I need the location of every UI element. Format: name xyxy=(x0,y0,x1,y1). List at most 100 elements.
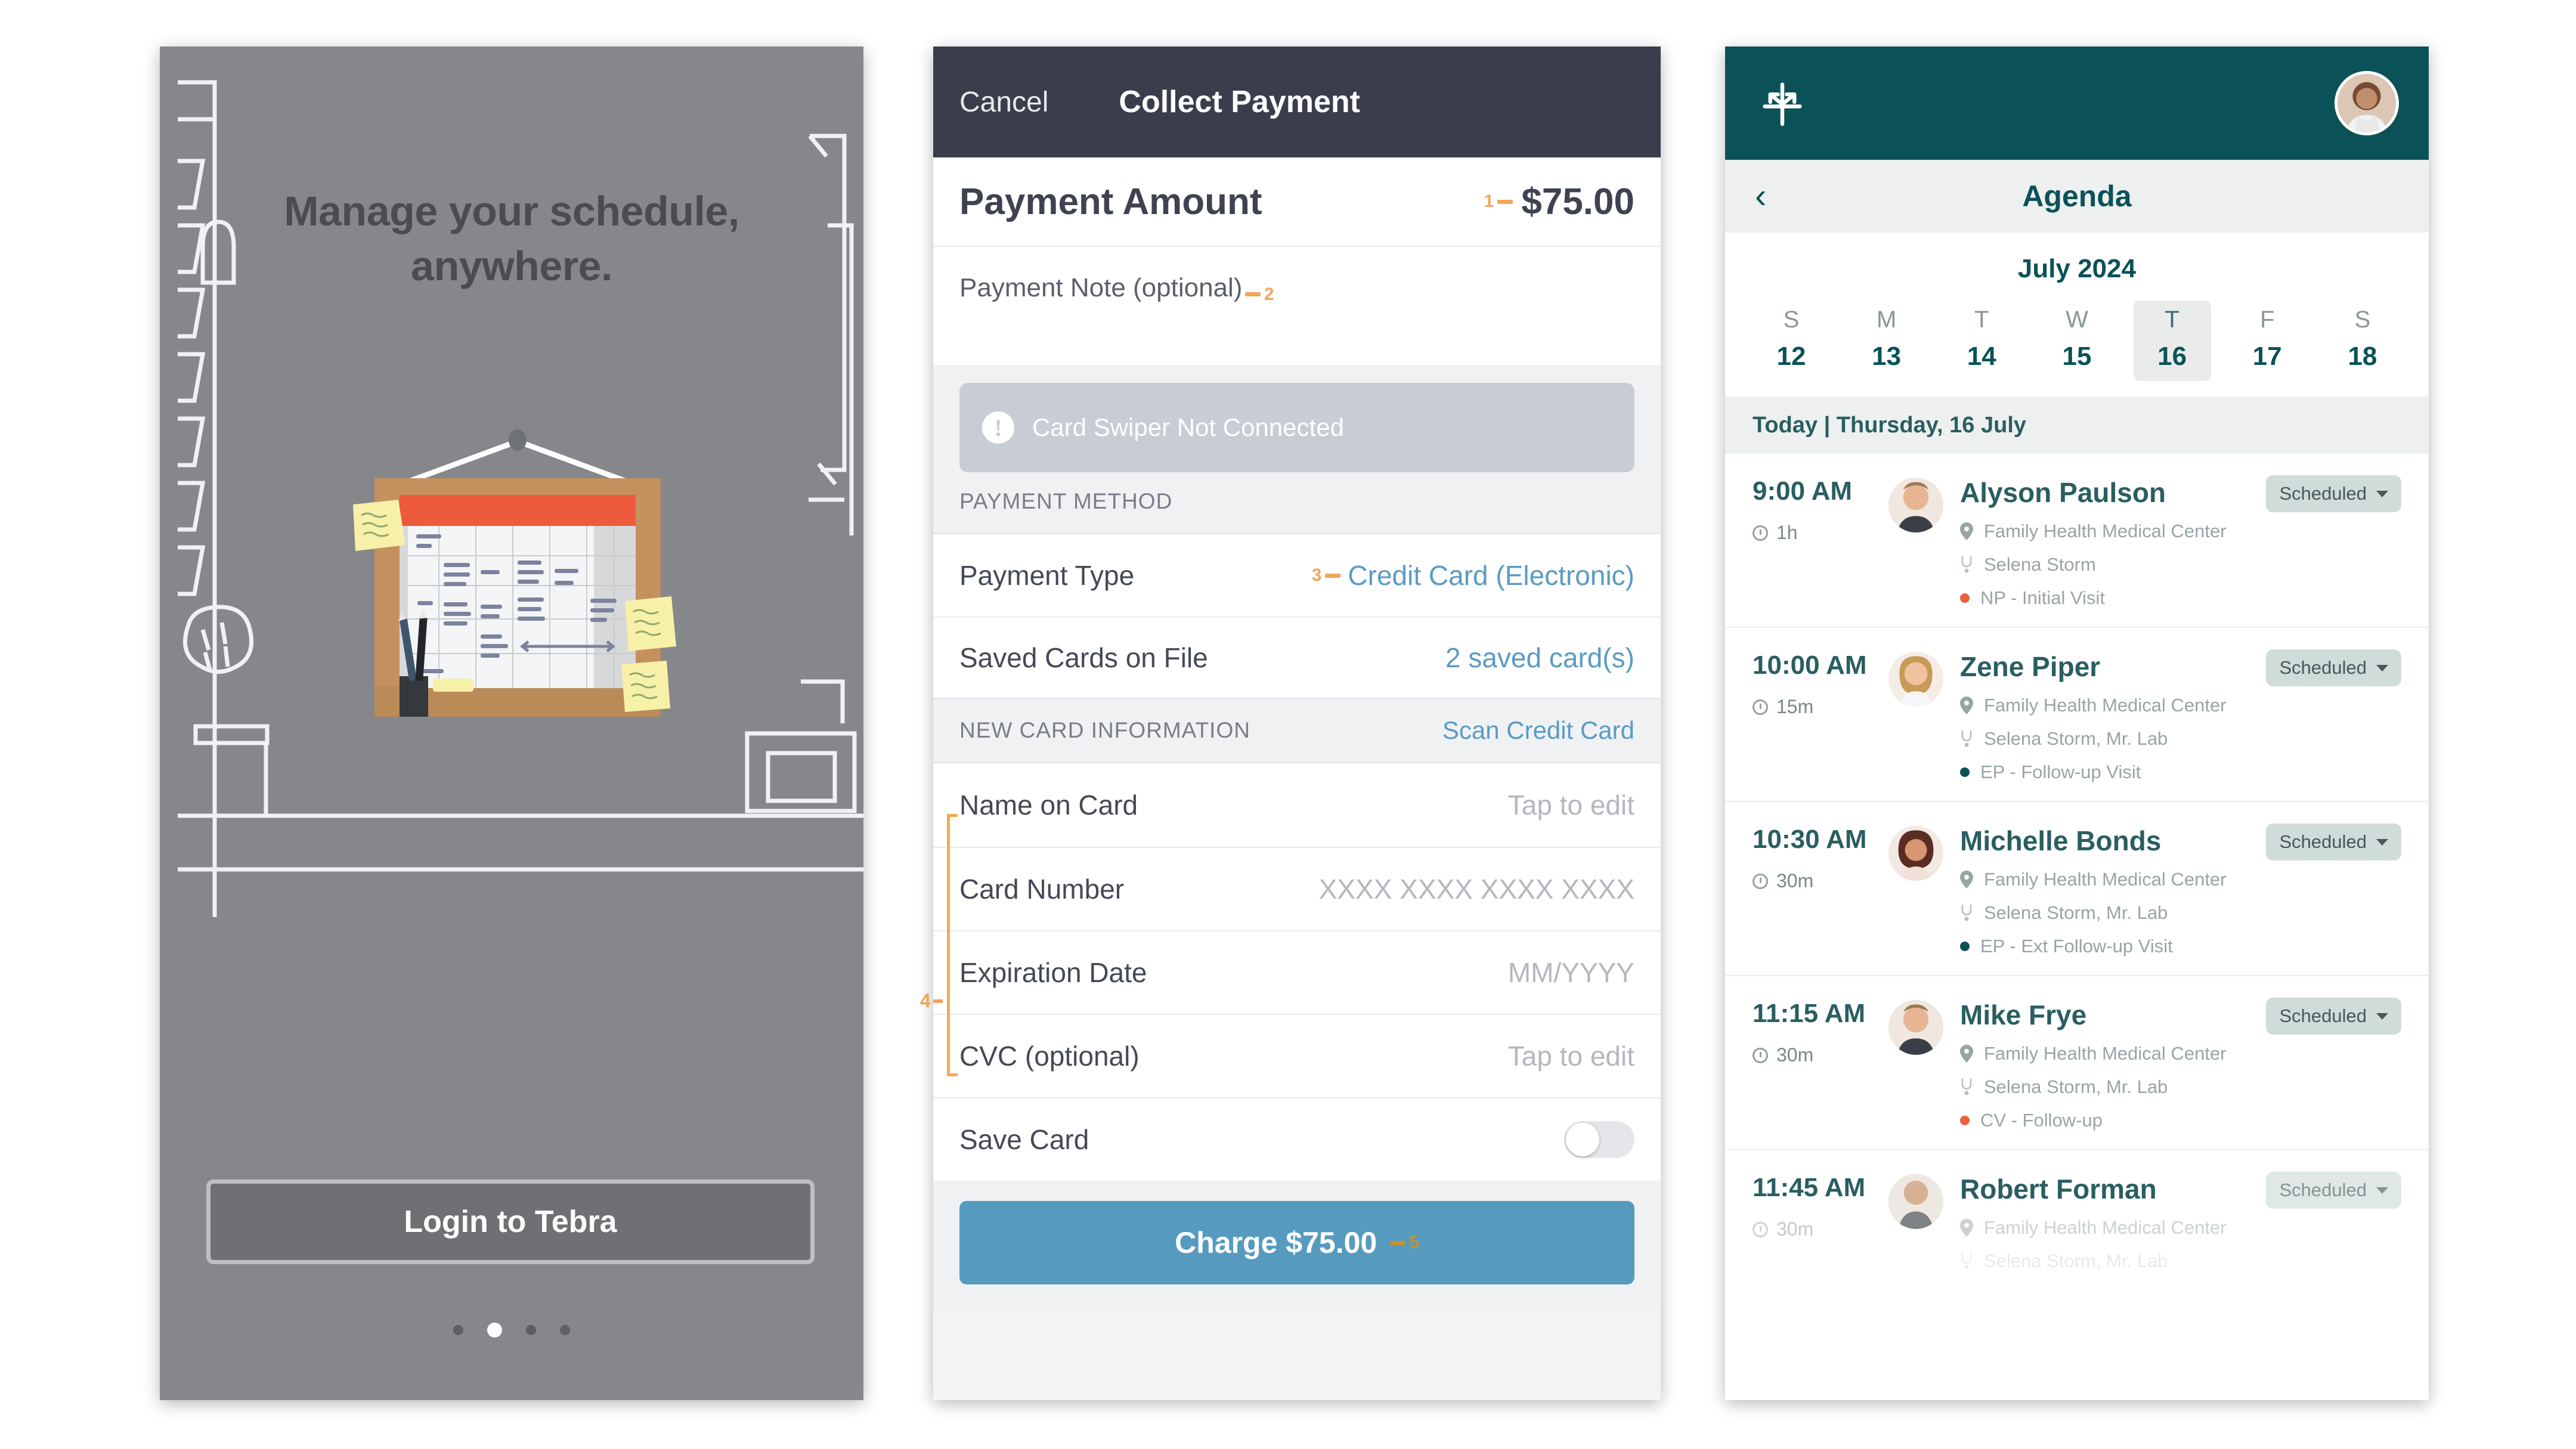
annotation-marker-2: 2 xyxy=(1244,285,1274,304)
appointment-provider: Selena Storm, Mr. Lab xyxy=(1960,902,2401,924)
chevron-down-icon xyxy=(2376,490,2388,497)
appointment-row[interactable]: 9:00 AM 1h Alyson Paulson Family Health … xyxy=(1725,454,2429,627)
status-badge[interactable]: Scheduled xyxy=(2266,475,2401,512)
annotation-marker-3: 3 xyxy=(1312,566,1341,584)
payment-note-label: Payment Note (optional) xyxy=(959,273,1243,302)
day-number: 12 xyxy=(1776,342,1806,371)
visit-type-dot xyxy=(1960,942,1970,951)
calendar-month-label: July 2024 xyxy=(1725,233,2429,301)
charge-button-label: Charge $75.00 xyxy=(1175,1226,1377,1259)
pager-dot-2-active[interactable] xyxy=(487,1323,502,1337)
day-cell-12[interactable]: S 12 xyxy=(1753,301,1830,381)
pager-dots[interactable] xyxy=(160,1323,863,1337)
payment-amount-value: $75.00 xyxy=(1521,181,1634,222)
location-pin-icon xyxy=(1960,1045,1973,1063)
chevron-down-icon xyxy=(2376,838,2388,846)
tebra-logo-icon[interactable] xyxy=(1755,76,1810,131)
appointment-row[interactable]: 10:30 AM 30m Michelle Bonds Family Healt… xyxy=(1725,801,2429,975)
appointment-time-block: 9:00 AM 1h xyxy=(1753,476,1888,609)
appointment-location: Family Health Medical Center xyxy=(1960,521,2401,542)
saved-cards-row[interactable]: Saved Cards on File 2 saved card(s) xyxy=(933,617,1661,698)
payment-form: Payment Amount 1 $75.00 Payment Note (op… xyxy=(933,157,1661,1308)
status-badge[interactable]: Scheduled xyxy=(2266,649,2401,686)
chevron-down-icon xyxy=(2376,1013,2388,1020)
appointment-row[interactable]: 11:45 AM 30m Robert Forman Family Health… xyxy=(1725,1149,2429,1290)
appointment-visit-type: EP - Ext Follow-up Visit xyxy=(1960,936,2401,957)
pager-dot-3[interactable] xyxy=(526,1325,536,1335)
payment-amount-row[interactable]: Payment Amount 1 $75.00 xyxy=(933,157,1661,246)
status-badge-label: Scheduled xyxy=(2279,1179,2367,1200)
cancel-button[interactable]: Cancel xyxy=(959,86,1048,119)
appointment-time: 10:30 AM xyxy=(1753,825,1867,854)
provider-icon xyxy=(1961,556,1972,573)
appointment-duration: 15m xyxy=(1753,696,1888,718)
clock-icon xyxy=(1753,1221,1768,1237)
annotation-marker-4: 4 xyxy=(920,990,943,1012)
payment-type-value: Credit Card (Electronic) xyxy=(1348,560,1634,591)
login-button[interactable]: Login to Tebra xyxy=(206,1179,815,1264)
location-pin-icon xyxy=(1960,1219,1973,1237)
name-on-card-label: Name on Card xyxy=(959,789,1138,821)
location-pin-icon xyxy=(1960,871,1973,888)
day-cell-14[interactable]: T 14 xyxy=(1943,301,2020,381)
warning-icon: ! xyxy=(982,411,1014,444)
day-cell-16-selected[interactable]: T 16 xyxy=(2133,301,2211,381)
card-number-row[interactable]: Card Number XXXX XXXX XXXX XXXX xyxy=(933,847,1661,930)
status-badge[interactable]: Scheduled xyxy=(2266,823,2401,860)
appointment-time-block: 10:00 AM 15m xyxy=(1753,651,1888,783)
annotation-bracket-4 xyxy=(947,814,958,1076)
appointment-visit-type: NP - Initial Visit xyxy=(1960,587,2401,609)
agenda-screen: ‹ Agenda July 2024 S 12 M 13 T 14 W 15 T… xyxy=(1725,47,2429,1400)
appointment-location: Family Health Medical Center xyxy=(1960,1217,2401,1239)
appointment-duration: 30m xyxy=(1753,1044,1888,1066)
day-of-week: S xyxy=(1783,306,1800,333)
save-card-row[interactable]: Save Card xyxy=(933,1097,1661,1181)
day-cell-17[interactable]: F 17 xyxy=(2228,301,2306,381)
save-card-toggle[interactable] xyxy=(1564,1121,1634,1158)
payment-amount-label: Payment Amount xyxy=(959,181,1262,222)
day-cell-13[interactable]: M 13 xyxy=(1848,301,1925,381)
avatar-image xyxy=(2337,74,2396,132)
user-avatar[interactable] xyxy=(2334,71,2399,135)
day-number: 14 xyxy=(1967,342,1996,371)
visit-type-dot xyxy=(1960,1116,1970,1125)
name-on-card-row[interactable]: Name on Card Tap to edit xyxy=(933,763,1661,847)
status-badge-label: Scheduled xyxy=(2279,657,2367,678)
clock-icon xyxy=(1753,699,1768,715)
day-of-week: M xyxy=(1876,306,1897,333)
scan-credit-card-link[interactable]: Scan Credit Card xyxy=(1442,716,1634,745)
save-card-label: Save Card xyxy=(959,1124,1089,1155)
status-badge[interactable]: Scheduled xyxy=(2266,1172,2401,1209)
status-badge[interactable]: Scheduled xyxy=(2266,998,2401,1035)
cvc-row[interactable]: CVC (optional) Tap to edit xyxy=(933,1014,1661,1097)
day-cell-15[interactable]: W 15 xyxy=(2038,301,2116,381)
appointment-time: 11:15 AM xyxy=(1753,999,1866,1028)
card-swiper-status[interactable]: ! Card Swiper Not Connected xyxy=(959,383,1634,472)
appointment-provider: Selena Storm, Mr. Lab xyxy=(1960,1076,2401,1098)
payment-type-row[interactable]: Payment Type 3 Credit Card (Electronic) xyxy=(933,533,1661,617)
new-card-caption: NEW CARD INFORMATION xyxy=(959,718,1250,742)
appointment-row[interactable]: 11:15 AM 30m Mike Frye Family Health Med… xyxy=(1725,975,2429,1149)
expiration-date-value: MM/YYYY xyxy=(1507,957,1634,988)
pager-dot-4[interactable] xyxy=(560,1325,570,1335)
appointment-time: 11:45 AM xyxy=(1753,1173,1866,1202)
patient-avatar xyxy=(1888,652,1943,707)
payment-note-field[interactable]: Payment Note (optional) 2 xyxy=(933,246,1661,365)
whiteboard-calendar-illustration xyxy=(353,429,676,717)
visit-type-dot xyxy=(1960,767,1970,777)
pager-dot-1[interactable] xyxy=(453,1325,463,1335)
clock-icon xyxy=(1753,525,1768,541)
provider-icon xyxy=(1961,1253,1972,1270)
expiration-date-row[interactable]: Expiration Date MM/YYYY xyxy=(933,930,1661,1014)
patient-avatar xyxy=(1888,478,1943,532)
agenda-subheader: ‹ Agenda xyxy=(1725,160,2429,233)
day-cell-18[interactable]: S 18 xyxy=(2324,301,2401,381)
status-badge-label: Scheduled xyxy=(2279,831,2367,852)
status-badge-label: Scheduled xyxy=(2279,483,2367,504)
charge-button[interactable]: Charge $75.00 5 xyxy=(959,1201,1634,1284)
appointment-row[interactable]: 10:00 AM 15m Zene Piper Family Health Me… xyxy=(1725,627,2429,801)
payment-method-caption: PAYMENT METHOD xyxy=(959,489,1173,513)
appointment-time-block: 11:15 AM 30m xyxy=(1753,999,1888,1131)
payment-type-label: Payment Type xyxy=(959,560,1135,591)
back-chevron-icon[interactable]: ‹ xyxy=(1755,179,1766,213)
